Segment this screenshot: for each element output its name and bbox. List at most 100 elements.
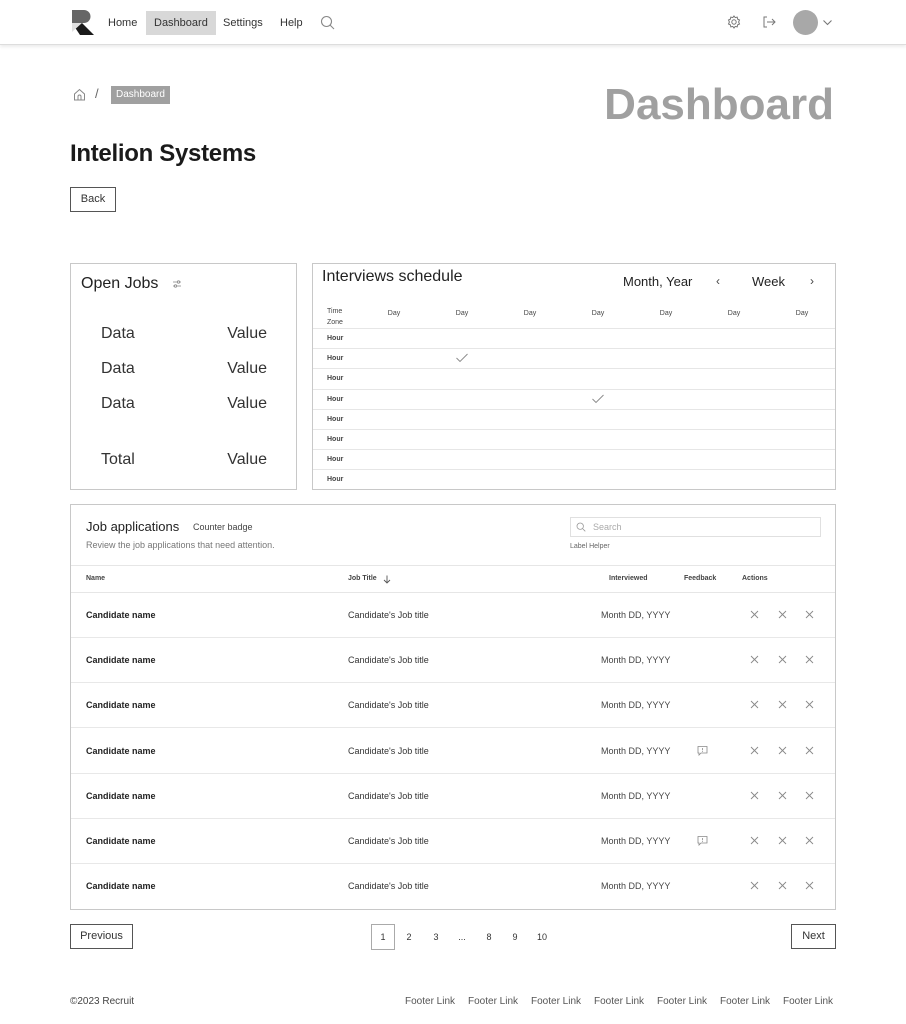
close-icon[interactable] xyxy=(750,881,759,890)
footer-link[interactable]: Footer Link xyxy=(468,996,518,1007)
footer-link[interactable]: Footer Link xyxy=(783,996,833,1007)
schedule-week[interactable]: Week xyxy=(752,274,785,289)
day-header: Day xyxy=(591,310,605,317)
close-icon[interactable] xyxy=(778,655,787,664)
day-header: Day xyxy=(727,310,741,317)
close-icon[interactable] xyxy=(778,610,787,619)
candidate-name[interactable]: Candidate name xyxy=(86,610,156,620)
column-feedback[interactable]: Feedback xyxy=(684,575,716,582)
search-field[interactable] xyxy=(570,517,821,537)
candidate-name[interactable]: Candidate name xyxy=(86,791,156,801)
close-icon[interactable] xyxy=(778,881,787,890)
candidate-name[interactable]: Candidate name xyxy=(86,881,156,891)
page-1[interactable]: 1 xyxy=(371,924,395,950)
breadcrumb-separator: / xyxy=(95,86,99,101)
close-icon[interactable] xyxy=(750,700,759,709)
schedule-month-year[interactable]: Month, Year xyxy=(623,274,692,289)
candidate-name[interactable]: Candidate name xyxy=(86,655,156,665)
chevron-left-icon[interactable]: ‹ xyxy=(716,274,720,288)
logout-icon[interactable] xyxy=(762,15,776,29)
chevron-down-icon[interactable] xyxy=(822,17,833,28)
nav-home[interactable]: Home xyxy=(100,11,145,35)
close-icon[interactable] xyxy=(805,791,814,800)
previous-button[interactable]: Previous xyxy=(70,924,133,949)
close-icon[interactable] xyxy=(750,836,759,845)
hour-label: Hour xyxy=(327,415,344,423)
table-row[interactable]: Candidate name Candidate's Job title Month… xyxy=(71,683,835,729)
candidate-name[interactable]: Candidate name xyxy=(86,746,156,756)
page-3[interactable]: 3 xyxy=(424,924,448,950)
column-job-title[interactable]: Job Title xyxy=(348,575,377,582)
table-row[interactable]: Candidate name Candidate's Job title Month… xyxy=(71,819,835,864)
close-icon[interactable] xyxy=(750,655,759,664)
filter-icon[interactable] xyxy=(172,279,182,289)
feedback-icon[interactable] xyxy=(697,835,708,846)
footer-link[interactable]: Footer Link xyxy=(531,996,581,1007)
close-icon[interactable] xyxy=(805,881,814,890)
page-2[interactable]: 2 xyxy=(397,924,421,950)
schedule-row: Hour xyxy=(313,449,835,469)
close-icon[interactable] xyxy=(805,610,814,619)
page-9[interactable]: 9 xyxy=(503,924,527,950)
hour-label: Hour xyxy=(327,375,344,383)
open-jobs-total-label: Total xyxy=(101,451,135,468)
footer-link[interactable]: Footer Link xyxy=(594,996,644,1007)
job-title: Candidate's Job title xyxy=(348,700,429,711)
arrow-down-icon[interactable] xyxy=(383,575,391,584)
close-icon[interactable] xyxy=(778,746,787,755)
top-navigation: Home Dashboard Settings Help xyxy=(0,0,906,45)
back-button[interactable]: Back xyxy=(70,187,116,212)
search-icon xyxy=(576,522,586,532)
column-name[interactable]: Name xyxy=(86,575,105,582)
close-icon[interactable] xyxy=(805,746,814,755)
schedule-row: Hour xyxy=(313,368,835,388)
page-8[interactable]: 8 xyxy=(477,924,501,950)
schedule-row: Hour xyxy=(313,388,835,409)
check-icon[interactable] xyxy=(591,393,605,405)
nav-settings[interactable]: Settings xyxy=(215,11,271,35)
close-icon[interactable] xyxy=(778,700,787,709)
breadcrumb-current[interactable]: Dashboard xyxy=(111,86,170,104)
table-row[interactable]: Candidate name Candidate's Job title Month… xyxy=(71,864,835,909)
feedback-icon[interactable] xyxy=(697,745,708,756)
check-icon[interactable] xyxy=(455,352,469,364)
page-title: Dashboard xyxy=(604,80,834,129)
table-row[interactable]: Candidate name Candidate's Job title Month… xyxy=(71,593,835,638)
close-icon[interactable] xyxy=(750,610,759,619)
counter-badge: Counter badge xyxy=(193,522,253,532)
hour-label: Hour xyxy=(327,335,344,342)
close-icon[interactable] xyxy=(750,791,759,800)
interviews-schedule-card: Interviews schedule Month, Year ‹ Week ›… xyxy=(312,263,836,490)
candidate-name[interactable]: Candidate name xyxy=(86,700,156,710)
logo-icon[interactable] xyxy=(72,10,94,35)
interviewed-date: Month DD, YYYY xyxy=(601,610,671,620)
column-interviewed[interactable]: Interviewed xyxy=(609,575,648,582)
footer-link[interactable]: Footer Link xyxy=(657,996,707,1007)
candidate-name[interactable]: Candidate name xyxy=(86,836,156,846)
home-icon[interactable] xyxy=(73,88,86,101)
close-icon[interactable] xyxy=(805,700,814,709)
search-icon[interactable] xyxy=(320,15,335,30)
next-button[interactable]: Next xyxy=(791,924,836,949)
close-icon[interactable] xyxy=(778,791,787,800)
interviewed-date: Month DD, YYYY xyxy=(601,836,671,846)
footer-link[interactable]: Footer Link xyxy=(720,996,770,1007)
page-10[interactable]: 10 xyxy=(530,924,554,950)
open-jobs-card: Open Jobs Data Value Data Value Data Val… xyxy=(70,263,297,490)
avatar[interactable] xyxy=(793,10,818,35)
table-row[interactable]: Candidate name Candidate's Job title Month… xyxy=(71,774,835,819)
close-icon[interactable] xyxy=(805,655,814,664)
search-input[interactable] xyxy=(593,520,813,534)
interviewed-date: Month DD, YYYY xyxy=(601,881,671,892)
footer-link[interactable]: Footer Link xyxy=(405,996,455,1007)
schedule-row: Hour xyxy=(313,429,835,449)
chevron-right-icon[interactable]: › xyxy=(810,274,814,288)
close-icon[interactable] xyxy=(778,836,787,845)
table-row[interactable]: Candidate name Candidate's Job title Month… xyxy=(71,638,835,684)
nav-dashboard[interactable]: Dashboard xyxy=(146,11,216,35)
close-icon[interactable] xyxy=(805,836,814,845)
nav-help[interactable]: Help xyxy=(272,11,311,35)
gear-icon[interactable] xyxy=(727,15,741,29)
table-row[interactable]: Candidate name Candidate's Job title Month… xyxy=(71,729,835,774)
close-icon[interactable] xyxy=(750,746,759,755)
